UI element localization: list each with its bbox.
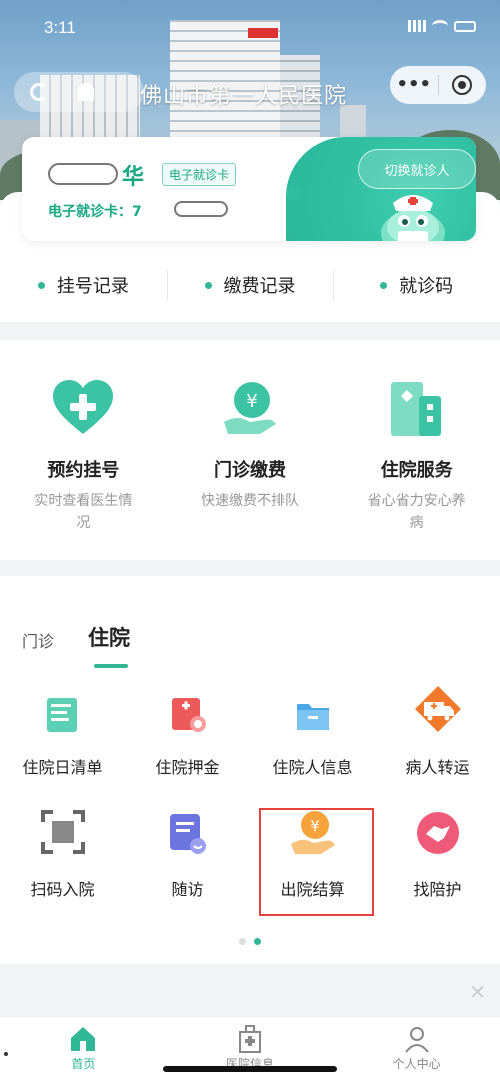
tabbar-home[interactable]: 首页: [0, 1017, 167, 1081]
quick-link-label: 就诊码: [399, 276, 454, 297]
grid-item-daily-list[interactable]: 住院日清单: [0, 674, 125, 796]
grid-item-label: 住院日清单: [22, 758, 103, 777]
service-inpatient[interactable]: 住院服务 省心省力安心养病: [333, 340, 500, 560]
service-title: 门诊缴费: [214, 460, 286, 481]
daily-list-icon: [0, 674, 125, 734]
page-dot: [239, 938, 246, 945]
target-icon: [452, 75, 473, 95]
signal-icon: [408, 20, 426, 32]
wifi-icon: [432, 20, 448, 32]
service-desc: 省心省力安心养病: [367, 493, 466, 531]
tab-bar: 门诊 住院: [22, 622, 130, 668]
nav-left-pill[interactable]: [14, 72, 144, 112]
status-time: 3:11: [44, 18, 76, 37]
switch-patient-button[interactable]: 切换就诊人: [358, 149, 476, 189]
patient-name: 华: [122, 165, 145, 190]
tabbar-profile[interactable]: 个人中心: [333, 1017, 500, 1081]
grid-item-label: 随访: [171, 880, 204, 899]
status-icons: [408, 20, 476, 32]
page-indicator: [0, 938, 500, 945]
quick-link-label: 挂号记录: [56, 276, 129, 297]
quick-link-label: 缴费记录: [223, 276, 296, 297]
close-icon[interactable]: ✕: [469, 980, 486, 1004]
page-title: 佛山市第一人民医院: [140, 84, 348, 109]
feature-grid: 住院日清单 住院押金 住院人信息 病人转运 扫码入院 随访 ¥ 出院结算 找陪护: [0, 674, 500, 918]
tabbar-label: 首页: [71, 1057, 96, 1071]
service-title: 预约挂号: [47, 460, 120, 481]
main-services: 预约挂号 实时查看医生情况 ¥ 门诊缴费 快速缴费不排队 住院服务 省心省力安心…: [0, 340, 500, 560]
deposit-icon: [125, 674, 250, 734]
grid-item-find-caregiver[interactable]: 找陪护: [375, 796, 500, 918]
highlight-box: [259, 808, 374, 916]
grid-item-label: 病人转运: [405, 758, 470, 777]
yuan-hand-icon: ¥: [167, 370, 334, 446]
payment-records-link[interactable]: 缴费记录: [166, 262, 334, 308]
registration-records-link[interactable]: 挂号记录: [0, 262, 167, 308]
ambulance-icon: [375, 674, 500, 734]
redacted-name: [48, 163, 118, 185]
service-desc: 快速缴费不排队: [201, 493, 299, 509]
redacted-card-number: [174, 201, 228, 217]
patient-card[interactable]: 华 电子就诊卡 电子就诊卡：7 切换就诊人: [22, 137, 476, 241]
scan-icon: [0, 796, 125, 856]
followup-icon: [125, 796, 250, 856]
home-icon: [0, 1023, 167, 1055]
user-icon: [333, 1023, 500, 1055]
service-desc: 实时查看医生情况: [34, 493, 133, 531]
grid-item-label: 住院人信息: [272, 758, 353, 777]
tab-inpatient[interactable]: 住院: [88, 622, 130, 668]
refresh-icon[interactable]: [30, 83, 48, 101]
service-outpatient-payment[interactable]: ¥ 门诊缴费 快速缴费不排队: [167, 340, 334, 560]
svg-text:¥: ¥: [246, 391, 257, 412]
quick-links: 挂号记录 缴费记录 就诊码: [0, 262, 500, 308]
grid-item-patient-info[interactable]: 住院人信息: [250, 674, 375, 796]
visit-code-link[interactable]: 就诊码: [333, 262, 500, 308]
nurse-mascot-icon: [381, 195, 445, 241]
more-icon[interactable]: •••: [390, 76, 438, 94]
bullet-icon: [380, 281, 388, 289]
bullet-icon: [37, 281, 45, 289]
handshake-icon: [375, 796, 500, 856]
bell-icon[interactable]: [78, 83, 94, 101]
page-dot-active: [254, 938, 261, 945]
grid-item-scan-admission[interactable]: 扫码入院: [0, 796, 125, 918]
tab-outpatient[interactable]: 门诊: [22, 628, 54, 652]
card-decoration-dot: [287, 187, 301, 201]
dot: [4, 1052, 8, 1056]
hospital-icon: [167, 1023, 334, 1055]
grid-item-deposit[interactable]: 住院押金: [125, 674, 250, 796]
service-title: 住院服务: [380, 460, 453, 481]
grid-item-label: 住院押金: [155, 758, 220, 777]
tabbar-label: 个人中心: [392, 1057, 441, 1071]
service-appointment[interactable]: 预约挂号 实时查看医生情况: [0, 340, 167, 560]
battery-icon: [454, 20, 476, 32]
bullet-icon: [204, 281, 212, 289]
home-indicator: [163, 1066, 337, 1072]
feature-panel: 门诊 住院 住院日清单 住院押金 住院人信息 病人转运 扫码入院 随访 ¥ 出院…: [0, 576, 500, 964]
card-type-badge: 电子就诊卡: [162, 163, 237, 186]
card-number: 电子就诊卡：7: [48, 204, 142, 220]
grid-item-patient-transfer[interactable]: 病人转运: [375, 674, 500, 796]
heart-plus-icon: [0, 370, 167, 446]
building-sign: [248, 28, 278, 38]
patient-folder-icon: [250, 674, 375, 734]
grid-item-followup[interactable]: 随访: [125, 796, 250, 918]
hospital-building-icon: [333, 370, 500, 446]
grid-item-label: 扫码入院: [30, 880, 95, 899]
miniprogram-capsule[interactable]: •••: [390, 66, 486, 104]
grid-item-label: 找陪护: [413, 880, 462, 899]
close-miniprogram-button[interactable]: [439, 75, 487, 95]
